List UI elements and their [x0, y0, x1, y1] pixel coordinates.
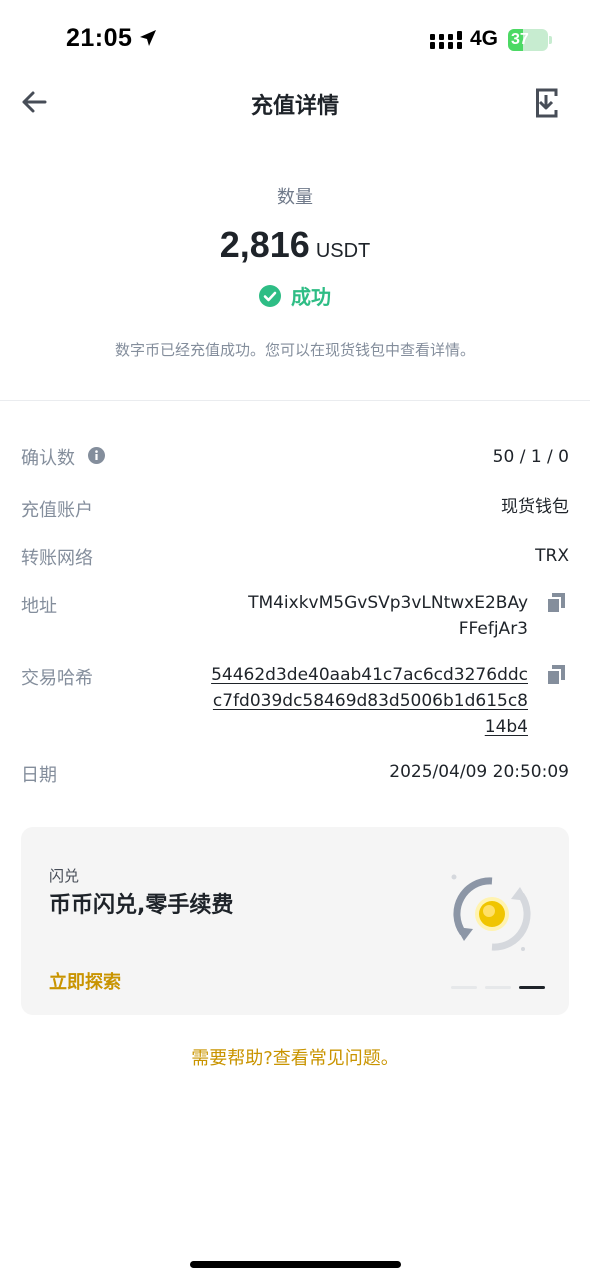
status-badge: 成功 [291, 285, 331, 309]
confirmations-value: 50 / 1 / 0 [492, 447, 569, 467]
network-label: 转账网络 [21, 548, 93, 569]
account-value: 现货钱包 [501, 497, 569, 517]
network-type: 4G [470, 27, 499, 50]
txid-link[interactable]: 54462d3de40aab41c7ac6cd3276ddc c7fd039dc… [211, 662, 528, 740]
date-label: 日期 [21, 765, 57, 786]
help-faq-link[interactable]: 需要帮助?查看常见问题。 [0, 1044, 590, 1070]
address-value: TM4ixkvM5GvSVp3vLNtwxE2BAy FFefjAr3 [248, 590, 528, 642]
address-label: 地址 [21, 596, 57, 617]
success-message: 数字币已经充值成功。您可以在现货钱包中查看详情。 [114, 341, 475, 359]
check-circle-icon [259, 285, 281, 307]
txid-line: 14b4 [484, 717, 528, 737]
quantity-label: 数量 [277, 187, 313, 208]
promo-tag: 闪兑 [49, 867, 80, 885]
divider [0, 400, 590, 401]
status-bar: 21:05 4G 37 [0, 0, 590, 80]
amount-row: 2,816 USDT [0, 224, 590, 266]
share-download-icon[interactable] [533, 88, 559, 118]
pagination-dot-active[interactable] [519, 986, 545, 989]
battery-icon: 37 [508, 29, 548, 51]
account-label: 充值账户 [21, 500, 93, 521]
confirmations-label: 确认数 [21, 448, 75, 469]
promo-card[interactable]: 闪兑 币币闪兑,零手续费 立即探索 [21, 827, 569, 1015]
date-value: 2025/04/09 20:50:09 [389, 762, 569, 782]
txid-line: c7fd039dc58469d83d5006b1d615c8 [212, 691, 528, 711]
page-title: 充值详情 [250, 94, 339, 119]
txid-line: 54462d3de40aab41c7ac6cd3276ddc [211, 665, 528, 685]
pagination-dot[interactable] [451, 986, 477, 989]
address-line: TM4ixkvM5GvSVp3vLNtwxE2BAy [248, 593, 528, 613]
amount-value: 2,816 [219, 224, 310, 265]
copy-address-icon[interactable] [546, 592, 566, 614]
amount-unit: USDT [315, 240, 371, 262]
home-indicator[interactable] [190, 1261, 401, 1268]
address-line: FFefjAr3 [458, 619, 528, 639]
status-row: 成功 [0, 281, 590, 310]
copy-txid-icon[interactable] [546, 664, 566, 686]
battery-cap [549, 36, 552, 44]
battery-level: 37 [511, 31, 529, 48]
convert-coin-icon [451, 874, 531, 951]
promo-title: 币币闪兑,零手续费 [49, 893, 234, 918]
explore-link[interactable]: 立即探索 [49, 968, 121, 994]
network-value: TRX [535, 546, 569, 566]
info-icon[interactable] [88, 447, 105, 464]
location-arrow-icon [140, 30, 156, 46]
txid-label: 交易哈希 [21, 668, 93, 689]
pagination-dot[interactable] [485, 986, 511, 989]
signal-icon [430, 31, 462, 49]
status-time: 21:05 [66, 24, 133, 52]
